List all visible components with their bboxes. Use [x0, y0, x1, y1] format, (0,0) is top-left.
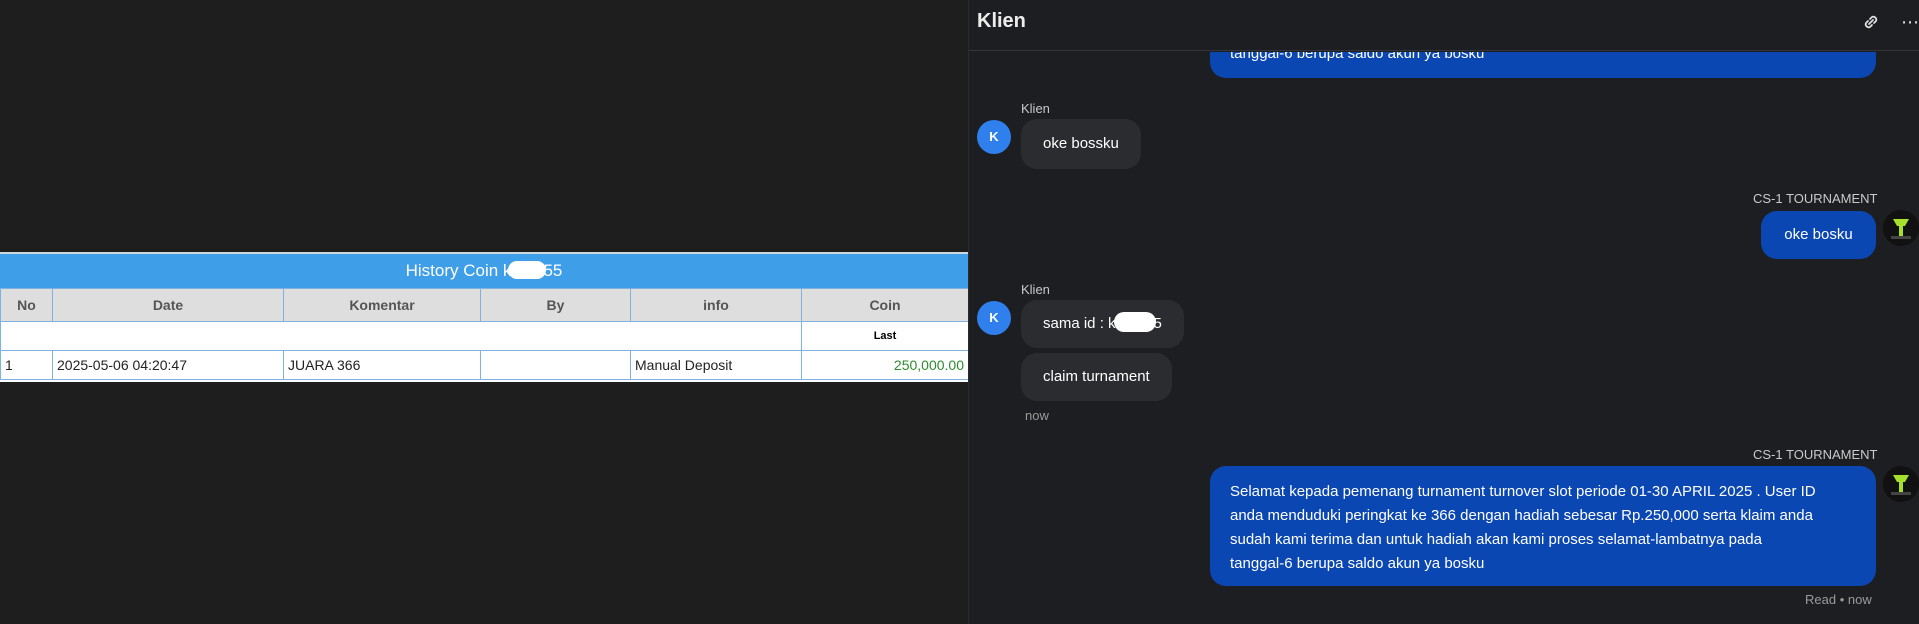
history-title-suffix: 55	[543, 261, 563, 280]
agent-avatar-logo	[1883, 466, 1919, 502]
table-subheader-row: Last	[0, 321, 969, 351]
message-text: tanggal-6 berupa saldo akun ya bosku	[1230, 52, 1485, 62]
logo-icon	[1883, 466, 1919, 502]
message-bubble-incoming: oke bossku	[1021, 119, 1141, 169]
cell-info: Manual Deposit	[630, 350, 802, 380]
message-bubble-incoming: sama id : k 5	[1021, 300, 1184, 348]
message-bubble-outgoing: Selamat kepada pemenang turnament turnov…	[1210, 466, 1876, 586]
history-table: No Date Komentar By info Coin Last 1 202…	[0, 288, 969, 380]
avatar: K	[977, 120, 1011, 154]
col-header-no[interactable]: No	[0, 288, 53, 322]
message-timestamp: now	[1025, 408, 1049, 423]
link-icon[interactable]	[1861, 12, 1881, 37]
message-bubble-outgoing: oke bosku	[1761, 211, 1876, 259]
cell-by	[480, 350, 631, 380]
message-text-suffix: 5	[1153, 315, 1162, 332]
chat-header: Klien ⋯	[969, 0, 1919, 51]
sender-name: CS-1 TOURNAMENT	[1753, 191, 1878, 206]
col-header-date[interactable]: Date	[52, 288, 284, 322]
col-header-info[interactable]: info	[630, 288, 802, 322]
history-coin-panel: History Coin k 55 No Date Komentar By inf…	[0, 252, 969, 382]
col-header-komentar[interactable]: Komentar	[283, 288, 481, 322]
message-line: tanggal-6 berupa saldo akun ya bosku	[1230, 555, 1485, 572]
left-pane: History Coin k 55 No Date Komentar By inf…	[0, 0, 969, 624]
subheader-last: Last	[801, 321, 969, 351]
agent-avatar-logo	[1883, 210, 1919, 246]
col-header-by[interactable]: By	[480, 288, 631, 322]
message-text: oke bosku	[1784, 226, 1853, 243]
message-bubble-outgoing: tanggal-6 berupa saldo akun ya bosku	[1210, 52, 1876, 78]
cell-komentar: JUARA 366	[283, 350, 481, 380]
message-text: claim turnament	[1043, 368, 1150, 385]
history-title: History Coin k 55	[0, 254, 968, 288]
chat-panel: Klien ⋯ tanggal-6 berupa saldo akun ya b…	[968, 0, 1919, 624]
avatar: K	[977, 301, 1011, 335]
redaction-mark	[1113, 312, 1156, 332]
cell-no: 1	[0, 350, 53, 380]
message-list: tanggal-6 berupa saldo akun ya bosku Kli…	[969, 52, 1919, 624]
subheader-empty	[0, 321, 802, 351]
message-line: sudah kami terima dan untuk hadiah akan …	[1230, 531, 1762, 548]
message-text-prefix: sama id : k	[1043, 315, 1116, 332]
message-line: Selamat kepada pemenang turnament turnov…	[1230, 483, 1816, 500]
message-text: oke bossku	[1043, 135, 1119, 152]
message-line: anda menduduki peringkat ke 366 dengan h…	[1230, 507, 1813, 524]
more-options-icon[interactable]: ⋯	[1901, 12, 1919, 33]
cell-coin: 250,000.00	[801, 350, 969, 380]
read-status: Read • now	[1805, 592, 1872, 607]
sender-name: CS-1 TOURNAMENT	[1753, 447, 1878, 462]
sender-name: Klien	[1021, 101, 1050, 116]
history-title-prefix: History Coin k	[405, 261, 512, 280]
chat-title: Klien	[977, 10, 1026, 32]
sender-name: Klien	[1021, 282, 1050, 297]
cell-date: 2025-05-06 04:20:47	[52, 350, 284, 380]
col-header-coin[interactable]: Coin	[801, 288, 969, 322]
table-row: 1 2025-05-06 04:20:47 JUARA 366 Manual D…	[0, 350, 969, 380]
logo-icon	[1883, 210, 1919, 246]
table-header-row: No Date Komentar By info Coin	[0, 288, 969, 322]
redaction-mark	[508, 261, 547, 279]
message-bubble-incoming: claim turnament	[1021, 353, 1172, 401]
